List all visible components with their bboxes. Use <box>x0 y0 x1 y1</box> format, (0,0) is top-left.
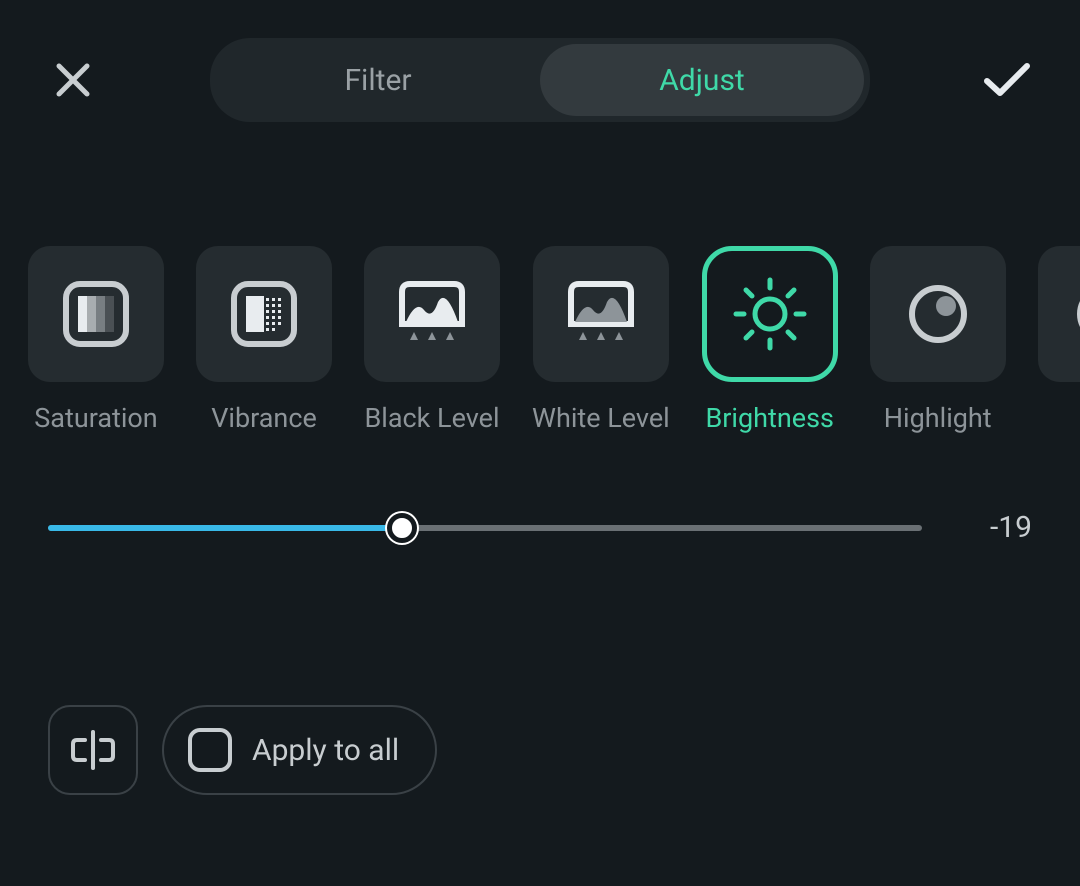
black-level-icon <box>394 280 470 348</box>
adjust-item-vibrance[interactable]: Vibrance <box>196 246 332 434</box>
close-icon <box>54 61 92 99</box>
adjust-box <box>196 246 332 382</box>
tab-bar: Filter Adjust <box>210 38 870 122</box>
adjust-label: Saturation <box>34 402 157 434</box>
apply-to-all-button[interactable]: Apply to all <box>162 705 437 795</box>
adjust-label: White Level <box>532 402 670 434</box>
adjust-box <box>870 246 1006 382</box>
adjust-item-shadow[interactable]: Sh <box>1038 246 1080 434</box>
slider-row: -19 <box>0 510 1080 545</box>
adjust-box <box>533 246 669 382</box>
adjustment-strip[interactable]: Saturation Vibrance <box>0 246 1080 434</box>
adjust-label: Vibrance <box>211 402 317 434</box>
adjust-label: Highlight <box>884 402 992 434</box>
checkmark-icon <box>983 61 1031 99</box>
shadow-icon <box>1074 282 1080 346</box>
adjust-item-black-level[interactable]: Black Level <box>364 246 500 434</box>
adjust-box <box>364 246 500 382</box>
slider-value: -19 <box>962 510 1032 545</box>
adjust-item-white-level[interactable]: White Level <box>532 246 670 434</box>
confirm-button[interactable] <box>982 55 1032 105</box>
adjust-item-saturation[interactable]: Saturation <box>28 246 164 434</box>
adjust-label: Brightness <box>705 402 834 434</box>
adjust-item-highlight[interactable]: Highlight <box>870 246 1006 434</box>
brightness-slider[interactable] <box>48 514 922 542</box>
adjust-box <box>1038 246 1080 382</box>
white-level-icon <box>563 280 639 348</box>
adjust-box <box>702 246 838 382</box>
compare-icon <box>71 730 115 770</box>
close-button[interactable] <box>48 55 98 105</box>
slider-fill <box>48 525 402 531</box>
adjust-box <box>28 246 164 382</box>
compare-button[interactable] <box>48 705 138 795</box>
highlight-icon <box>906 282 970 346</box>
bottom-actions: Apply to all <box>0 705 1080 795</box>
adjust-label: Black Level <box>364 402 499 434</box>
slider-thumb[interactable] <box>387 513 417 543</box>
apply-to-all-checkbox[interactable] <box>188 728 232 772</box>
apply-to-all-label: Apply to all <box>252 733 399 768</box>
vibrance-icon <box>230 280 298 348</box>
adjust-item-brightness[interactable]: Brightness <box>702 246 838 434</box>
saturation-icon <box>62 280 130 348</box>
tab-filter[interactable]: Filter <box>216 44 540 116</box>
brightness-icon <box>726 270 814 358</box>
tab-adjust[interactable]: Adjust <box>540 44 864 116</box>
